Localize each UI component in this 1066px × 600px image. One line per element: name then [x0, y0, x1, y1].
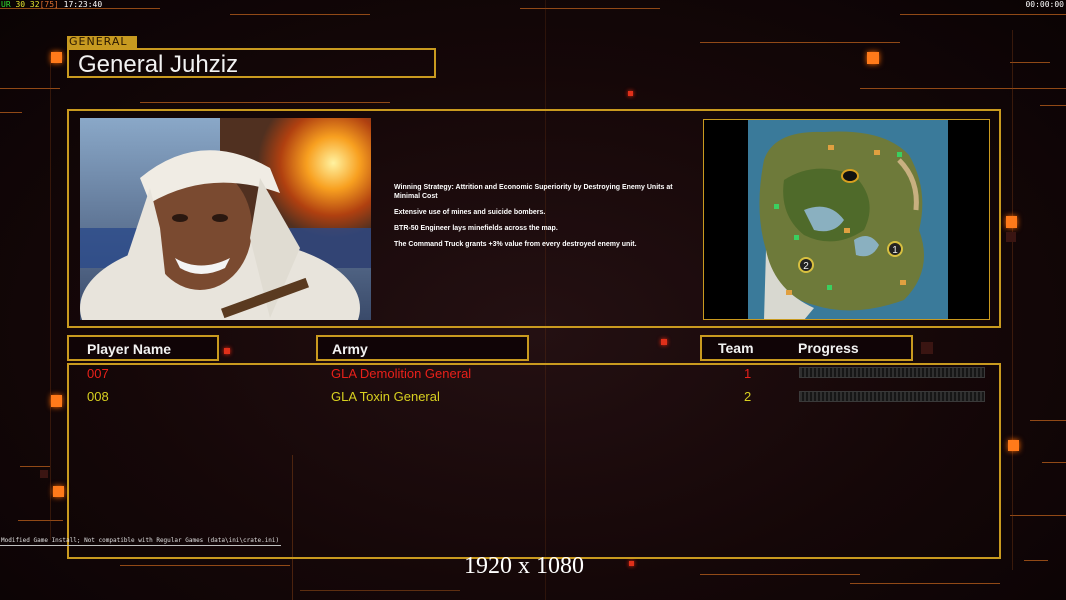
- modified-install-warning: Modified Game Install; Not compatible wi…: [0, 537, 282, 546]
- description-line: Extensive use of mines and suicide bombe…: [394, 209, 546, 216]
- description-line: The Command Truck grants +3% value from …: [394, 241, 637, 248]
- column-header-player: Player Name: [67, 335, 219, 361]
- map-start-marker: 2: [803, 261, 809, 272]
- hud-timer: 00:00:00: [1025, 0, 1064, 9]
- column-label-team: Team: [718, 340, 754, 356]
- column-label: Player Name: [87, 341, 172, 357]
- player-team: 2: [744, 389, 752, 404]
- general-portrait: [80, 118, 371, 320]
- hud-stats: UR 30 32[75] 17:23:40: [1, 0, 102, 9]
- column-label-progress: Progress: [798, 340, 859, 356]
- map-preview: 1 2: [703, 119, 990, 320]
- hud-values: 30 32: [15, 0, 40, 9]
- hud-prefix: UR: [1, 0, 11, 9]
- map-start-marker: 1: [892, 245, 898, 256]
- title-tag: GENERAL: [67, 36, 137, 48]
- general-description: Winning Strategy: Attrition and Economic…: [394, 183, 694, 256]
- player-army: GLA Demolition General: [331, 366, 472, 381]
- player-army: GLA Toxin General: [331, 389, 440, 404]
- player-name: 007: [87, 366, 109, 381]
- hud-clock: 17:23:40: [63, 0, 103, 9]
- player-progress-bar: [799, 367, 985, 378]
- resolution-label: 1920 x 1080: [464, 553, 584, 579]
- general-title-frame: General Juhziz: [67, 48, 436, 78]
- column-header-team-progress: Team Progress: [700, 335, 913, 361]
- column-header-army: Army: [316, 335, 529, 361]
- column-label: Army: [332, 341, 368, 357]
- description-line: BTR-50 Engineer lays minefields across t…: [394, 225, 558, 232]
- player-progress-bar: [799, 391, 985, 402]
- hud-bracket: [75]: [39, 0, 59, 9]
- player-name: 008: [87, 389, 109, 404]
- player-team: 1: [744, 366, 752, 381]
- general-name: General Juhziz: [78, 51, 239, 78]
- description-line: Winning Strategy: Attrition and Economic…: [394, 184, 673, 200]
